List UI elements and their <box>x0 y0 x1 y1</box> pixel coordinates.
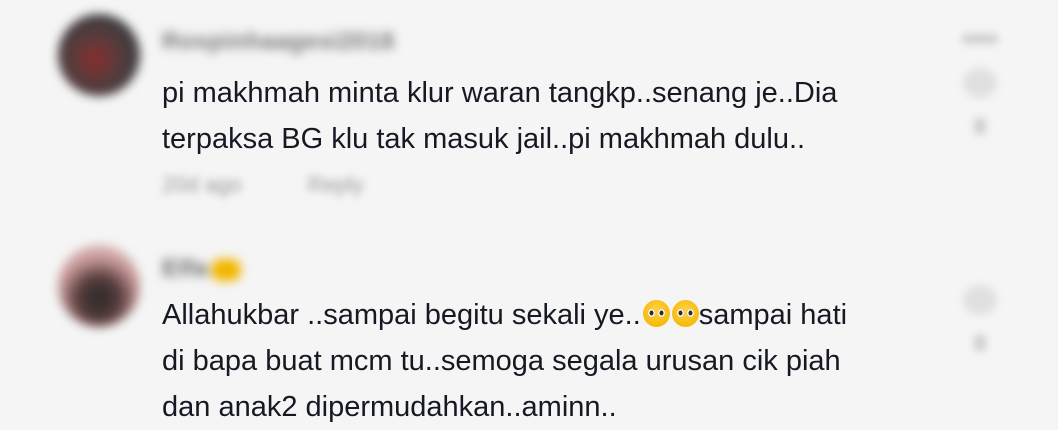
comment-text-line: sampai hati <box>698 299 848 331</box>
comment-text-line: terpaksa BG klu tak masuk jail..pi makhm… <box>162 123 806 155</box>
comment-text-line: pi makhmah minta klur waran tangkp..sena… <box>162 77 838 109</box>
avatar[interactable] <box>58 245 140 327</box>
emoji-icon <box>211 258 242 281</box>
heart-icon[interactable] <box>963 285 997 315</box>
reply-button[interactable]: Reply <box>308 172 364 197</box>
more-icon[interactable] <box>962 34 998 44</box>
comment-timestamp: 20d ago <box>162 172 242 197</box>
pleading-face-emoji-icon <box>642 300 670 327</box>
comment-item: Elfa Allahukbar ..sampai begitu sekali y… <box>0 225 1058 430</box>
heart-icon[interactable] <box>963 68 997 98</box>
avatar[interactable] <box>58 14 140 96</box>
comment-username[interactable]: Elfa <box>162 255 242 283</box>
comment-meta: 20d ago Reply <box>162 172 424 198</box>
comment-username[interactable]: Rospinhaagesi2018 <box>162 28 395 56</box>
comment-actions: 0 <box>960 285 1000 351</box>
comment-text-line: dan anak2 dipermudahkan..aminn.. <box>162 391 617 423</box>
comment-text-line: di bapa buat mcm tu..semoga segala urusa… <box>162 345 841 377</box>
like-count: 0 <box>974 335 986 351</box>
pleading-face-emoji-icon <box>671 300 699 327</box>
comment-item: Rospinhaagesi2018 pi makhmah minta klur … <box>0 0 1058 225</box>
comment-text: Allahukbar ..sampai begitu sekali ye.. sa… <box>162 292 942 430</box>
comment-text-line: Allahukbar ..sampai begitu sekali ye.. <box>162 299 641 331</box>
like-count: 0 <box>974 118 986 134</box>
comment-text: pi makhmah minta klur waran tangkp..sena… <box>162 70 942 162</box>
comment-actions: 0 <box>960 34 1000 134</box>
